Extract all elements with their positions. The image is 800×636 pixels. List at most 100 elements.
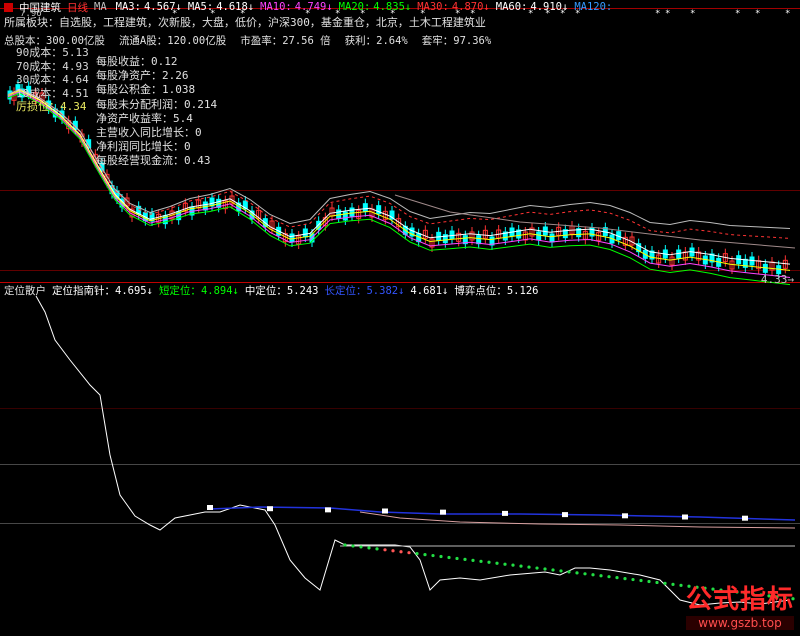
indicator-item: 博弈点位：5.126: [454, 283, 538, 298]
position-marker: [382, 508, 388, 514]
watermark-url: www.gszb.top: [685, 616, 794, 630]
short-position-dot: [599, 574, 603, 578]
indicator-values: 定位指南针：4.695↓ 短定位：4.894↓ 中定位：5.243 长定位：5.382…: [52, 283, 538, 298]
float-shares: 流通A股：120.00亿股: [118, 35, 227, 47]
stop-loss-level: 厉损位：4.34: [16, 100, 87, 113]
short-position-dot: [423, 553, 427, 557]
signal-marker: *: [690, 9, 695, 19]
ma-item: MA5: 4.618↓: [188, 1, 254, 13]
ma-item-label: MA: [94, 1, 107, 13]
indicator-item-value: 4.681↓: [410, 284, 449, 297]
short-position-dot: [647, 579, 651, 584]
indicator-header: 定位散户 定位指南针：4.695↓ 短定位：4.894↓ 中定位：5.243 长定位：…: [4, 283, 538, 298]
position-marker: [502, 510, 508, 516]
short-position-dot: [551, 568, 555, 572]
short-position-dot: [623, 577, 627, 581]
signal-marker: *: [655, 9, 660, 19]
indicator-item-label: 中定位：: [244, 285, 287, 297]
short-position-dot: [639, 578, 643, 583]
sector-blocks: 所属板块：自选股，工程建筑，次新股，大盘，低价，沪深300，基金重仓，北京，土木…: [4, 16, 486, 29]
cost-90: 90成本：5.13: [16, 46, 89, 59]
profit-ratio: 获利：2.64%: [344, 35, 408, 47]
ma-item-value: 4.618↓: [216, 1, 255, 13]
indicator-item-label: 长定位：: [324, 285, 367, 297]
last-price-label: 4.33→: [760, 273, 794, 286]
indicator-item-label: 短定位：: [158, 285, 201, 297]
period-label[interactable]: 日线: [67, 0, 88, 15]
ma-item-label: MA3:: [115, 1, 141, 13]
compass-line: [35, 295, 791, 606]
short-position-dot: [567, 570, 571, 574]
position-marker: [440, 509, 446, 515]
ma-item-value: 4.567↓: [143, 1, 182, 13]
short-position-dot: [663, 581, 667, 586]
ma-item-label: MA10:: [260, 1, 292, 13]
indicator-name[interactable]: 定位散户: [4, 283, 46, 298]
short-position-dot: [367, 546, 371, 550]
watermark: 公式指标 www.gszb.top: [685, 579, 794, 630]
short-position-dot: [431, 553, 435, 558]
indicator-item-value: 5.382↓: [366, 285, 405, 297]
candle-body: [289, 233, 295, 243]
short-position-dot: [351, 544, 355, 548]
position-marker: [562, 512, 568, 518]
trapped-ratio: 套牢：97.36%: [421, 35, 492, 47]
indicator-item-label: 定位指南针：: [52, 285, 115, 297]
short-position-dot: [447, 555, 451, 560]
ma-item: MA20: 4.835↓: [339, 1, 412, 13]
revenue-growth: 主营收入同比增长：0: [96, 126, 202, 140]
short-position-dot: [511, 563, 515, 567]
candle-body: [476, 235, 482, 245]
short-position-dot: [415, 552, 419, 556]
candle-body: [362, 203, 368, 213]
pe-ratio: 市盈率：27.56 倍: [240, 35, 331, 47]
short-position-dot: [463, 557, 467, 562]
watermark-title: 公式指标: [685, 585, 794, 615]
indicator-item: 中定位：5.243: [245, 283, 319, 298]
short-position-dot: [375, 547, 379, 551]
short-position-dot: [343, 543, 347, 547]
cost-list: 90成本：5.13 70成本：4.93 30成本：4.64 10成本：4.51 …: [4, 46, 89, 114]
short-position-dot: [679, 583, 683, 587]
ma-item-label: MA60:: [495, 1, 528, 13]
cost-30: 30成本：4.64: [16, 73, 89, 86]
indicator-item-value: 5.126: [506, 285, 539, 297]
position-marker: [682, 514, 688, 520]
ma-item-value: 4.835↓: [373, 1, 412, 13]
short-position-dot: [399, 550, 403, 554]
ma-item: MA30: 4.870↓: [417, 1, 490, 13]
short-position-dot: [391, 549, 395, 553]
candle-body: [302, 228, 308, 238]
short-position-dot: [503, 562, 507, 566]
cost-70: 70成本：4.93: [16, 59, 89, 73]
short-position-dot: [455, 556, 459, 561]
short-position-dot: [495, 561, 499, 565]
indicator-item-value: 4.695↓: [115, 285, 153, 297]
short-position-dot: [519, 564, 523, 568]
short-position-dot: [615, 576, 619, 580]
eps: 每股收益：0.12: [96, 55, 178, 68]
ma-item-value: 4.870↓: [451, 1, 490, 13]
indicator-item-value: 4.894↓: [200, 285, 239, 297]
ma-header: 中国建筑 日线 MA MA3: 4.567↓ MA5: 4.618↓ MA10: 4.749…: [4, 0, 615, 14]
short-position-dot: [527, 565, 531, 569]
profit-growth: 净利润同比增长：0: [96, 140, 191, 154]
finance-list: 每股收益：0.12 每股净资产：2.26 每股公积金：1.038 每股未分配利润…: [96, 55, 217, 169]
ma-item: MA: [94, 1, 110, 13]
stock-icon: [4, 2, 13, 12]
position-marker: [325, 507, 331, 513]
short-position-dot: [487, 560, 491, 564]
indicator-item: 长定位：5.382↓: [324, 283, 404, 298]
ma-item-value: 4.910↓: [530, 1, 569, 13]
short-position-dot: [655, 580, 659, 585]
undistributed-profit: 每股未分配利润：0.214: [96, 97, 218, 111]
signal-marker: *: [785, 9, 790, 19]
short-position-dot: [607, 575, 611, 579]
candle-body: [536, 231, 542, 241]
signal-marker: *: [735, 9, 740, 19]
short-position-dot: [671, 582, 675, 586]
indicator-item: 短定位：4.894↓: [159, 283, 239, 298]
ma-item: MA120:: [574, 1, 615, 13]
ma-item-label: MA20:: [338, 1, 371, 13]
cashflow-per-share: 每股经营现金流：0.43: [96, 154, 211, 168]
